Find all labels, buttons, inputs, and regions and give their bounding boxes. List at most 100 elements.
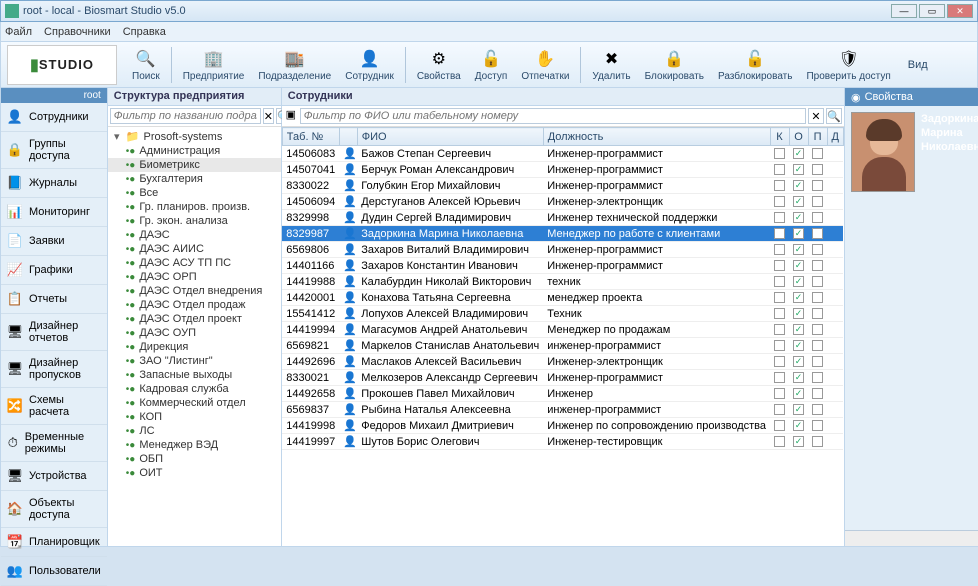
- toolbar-Доступ[interactable]: 🔓Доступ: [468, 44, 515, 86]
- table-row[interactable]: 14492696👤Маслаков Алексей ВасильевичИнже…: [282, 354, 843, 370]
- clear-filter-icon[interactable]: ▣: [284, 108, 298, 124]
- chk-p[interactable]: [812, 308, 823, 319]
- minimize-button[interactable]: —: [891, 4, 917, 18]
- toolbar-Свойства[interactable]: ⚙Свойства: [410, 44, 468, 86]
- table-row[interactable]: 8329998👤Дудин Сергей ВладимировичИнженер…: [282, 210, 843, 226]
- col-header[interactable]: Должность: [543, 128, 770, 146]
- table-row[interactable]: 15541412👤Лопухов Алексей ВладимировичТех…: [282, 306, 843, 322]
- chk-k[interactable]: [774, 196, 785, 207]
- chk-o[interactable]: [793, 436, 804, 447]
- toolbar-Блокировать[interactable]: 🔒Блокировать: [638, 44, 711, 86]
- nav-Пользователи[interactable]: 👥Пользователи: [1, 557, 107, 586]
- nav-Отчеты[interactable]: 📋Отчеты: [1, 285, 107, 314]
- chk-k[interactable]: [774, 228, 785, 239]
- nav-Графики[interactable]: 📈Графики: [1, 256, 107, 285]
- chk-k[interactable]: [774, 420, 785, 431]
- chk-k[interactable]: [774, 324, 785, 335]
- table-row[interactable]: 14419998👤Федоров Михаил ДмитриевичИнжене…: [282, 418, 843, 434]
- tree-node[interactable]: •●ОИТ: [108, 466, 281, 480]
- tree-node[interactable]: •●Гр. планиров. произв.: [108, 200, 281, 214]
- table-row[interactable]: 14401166👤Захаров Константин ИвановичИнже…: [282, 258, 843, 274]
- chk-p[interactable]: [812, 404, 823, 415]
- tree-node[interactable]: •●ДАЭС ОУП: [108, 326, 281, 340]
- chk-p[interactable]: [812, 260, 823, 271]
- table-row[interactable]: 14419994👤Магасумов Андрей АнатольевичМен…: [282, 322, 843, 338]
- chk-k[interactable]: [774, 340, 785, 351]
- chk-o[interactable]: [793, 180, 804, 191]
- toolbar-Поиск[interactable]: 🔍Поиск: [125, 44, 167, 86]
- chk-p[interactable]: [812, 292, 823, 303]
- table-row[interactable]: 14420001👤Конахова Татьяна Сергеевнаменед…: [282, 290, 843, 306]
- tree-node[interactable]: •●ДАЭС: [108, 228, 281, 242]
- tree-node[interactable]: •●ОБП: [108, 452, 281, 466]
- view-menu[interactable]: Вид: [908, 59, 928, 71]
- nav-Сотрудники[interactable]: 👤Сотрудники: [1, 103, 107, 132]
- tree-node[interactable]: •●Все: [108, 186, 281, 200]
- grid-filter-input[interactable]: [300, 108, 806, 124]
- chk-k[interactable]: [774, 276, 785, 287]
- chk-p[interactable]: [812, 388, 823, 399]
- tree-node[interactable]: •●ДАЭС АСУ ТП ПС: [108, 256, 281, 270]
- nav-Планировщик[interactable]: 📆Планировщик: [1, 528, 107, 557]
- chk-k[interactable]: [774, 148, 785, 159]
- table-row[interactable]: 14419988👤Калабурдин Николай Викторовичте…: [282, 274, 843, 290]
- chk-p[interactable]: [812, 212, 823, 223]
- tree-node[interactable]: •●ДАЭС АИИС: [108, 242, 281, 256]
- chk-o[interactable]: [793, 372, 804, 383]
- toolbar-Сотрудник[interactable]: 👤Сотрудник: [338, 44, 401, 86]
- maximize-button[interactable]: ▭: [919, 4, 945, 18]
- col-header[interactable]: Д: [827, 128, 843, 146]
- toolbar-Отпечатки[interactable]: ✋Отпечатки: [514, 44, 576, 86]
- nav-Объекты доступа[interactable]: 🏠Объекты доступа: [1, 491, 107, 528]
- table-row[interactable]: 8329987👤Задоркина Марина НиколаевнаМенед…: [282, 226, 843, 242]
- tree-node[interactable]: •●ДАЭС Отдел проект: [108, 312, 281, 326]
- chk-o[interactable]: [793, 388, 804, 399]
- chk-k[interactable]: [774, 292, 785, 303]
- col-header[interactable]: П: [808, 128, 827, 146]
- table-row[interactable]: 8330021👤Мелкозеров Александр СергеевичИн…: [282, 370, 843, 386]
- chk-o[interactable]: [793, 276, 804, 287]
- chk-o[interactable]: [793, 196, 804, 207]
- tree-node[interactable]: •●Гр. экон. анализа: [108, 214, 281, 228]
- employee-grid[interactable]: Таб. №ФИОДолжностьКОПД14506083👤Бажов Сте…: [282, 127, 844, 546]
- tree-clear-icon[interactable]: ✕: [263, 108, 274, 124]
- chk-o[interactable]: [793, 148, 804, 159]
- chk-p[interactable]: [812, 356, 823, 367]
- col-header[interactable]: К: [770, 128, 789, 146]
- chk-o[interactable]: [793, 308, 804, 319]
- chk-k[interactable]: [774, 308, 785, 319]
- tree-node[interactable]: •●ДАЭС Отдел внедрения: [108, 284, 281, 298]
- table-row[interactable]: 8330022👤Голубкин Егор МихайловичИнженер-…: [282, 178, 843, 194]
- chk-k[interactable]: [774, 372, 785, 383]
- tree-node[interactable]: •●Администрация: [108, 144, 281, 158]
- chk-k[interactable]: [774, 164, 785, 175]
- chk-p[interactable]: [812, 324, 823, 335]
- chk-p[interactable]: [812, 420, 823, 431]
- table-row[interactable]: 14507041👤Берчук Роман АлександровичИнжен…: [282, 162, 843, 178]
- nav-Дизайнер отчетов[interactable]: 🖥Дизайнер отчетов: [1, 314, 107, 351]
- toolbar-Проверить доступ[interactable]: 🛡Проверить доступ: [799, 44, 897, 86]
- nav-Заявки[interactable]: 📄Заявки: [1, 227, 107, 256]
- tree-node[interactable]: •●Коммерческий отдел: [108, 396, 281, 410]
- table-row[interactable]: 6569821👤Маркелов Станислав Анатольевичин…: [282, 338, 843, 354]
- chk-o[interactable]: [793, 420, 804, 431]
- table-row[interactable]: 6569806👤Захаров Виталий ВладимировичИнже…: [282, 242, 843, 258]
- tree-node[interactable]: •●Бухгалтерия: [108, 172, 281, 186]
- chk-o[interactable]: [793, 324, 804, 335]
- props-scrollbar[interactable]: [845, 530, 978, 546]
- tree-node[interactable]: •●ЗАО "Листинг": [108, 354, 281, 368]
- table-row[interactable]: 14506094👤Дерстуганов Алексей ЮрьевичИнже…: [282, 194, 843, 210]
- expand-icon[interactable]: ◉: [851, 91, 861, 104]
- chk-o[interactable]: [793, 164, 804, 175]
- col-header[interactable]: ФИО: [357, 128, 543, 146]
- menu-help[interactable]: Справка: [123, 26, 166, 38]
- nav-Журналы[interactable]: 📘Журналы: [1, 169, 107, 198]
- chk-p[interactable]: [812, 180, 823, 191]
- toolbar-Подразделение[interactable]: 🏬Подразделение: [251, 44, 338, 86]
- tree-node[interactable]: •●ДАЭС Отдел продаж: [108, 298, 281, 312]
- col-header[interactable]: [339, 128, 357, 146]
- chk-k[interactable]: [774, 388, 785, 399]
- tree-root[interactable]: ▾📁Prosoft-systems: [108, 129, 281, 144]
- chk-o[interactable]: [793, 292, 804, 303]
- chk-k[interactable]: [774, 180, 785, 191]
